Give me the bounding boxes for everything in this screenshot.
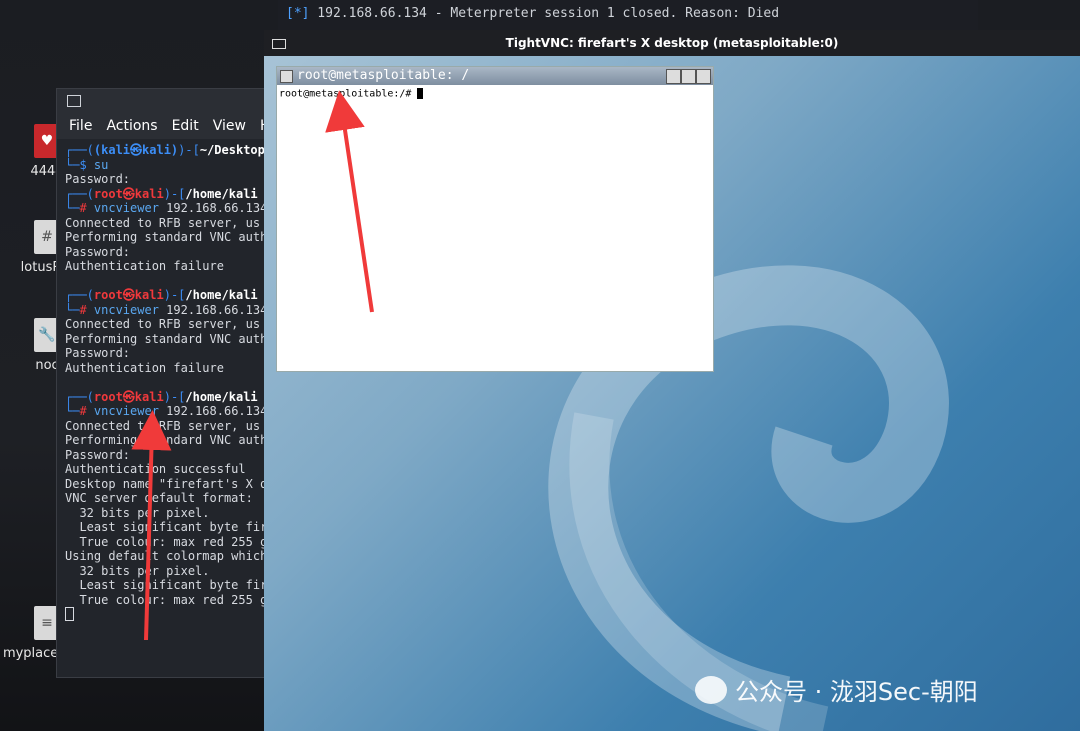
minimize-icon[interactable] — [666, 69, 681, 84]
kali-terminal-titlebar[interactable] — [57, 89, 267, 113]
remote-desktop[interactable]: root@metasploitable: / root@metasploitab… — [264, 56, 1080, 731]
wechat-icon — [695, 675, 727, 704]
menu-view[interactable]: View — [213, 118, 246, 134]
cursor — [417, 88, 424, 99]
xterm-window[interactable]: root@metasploitable: / root@metasploitab… — [276, 66, 714, 372]
menu-edit[interactable]: Edit — [172, 118, 199, 134]
watermark: 公众号 · 泷羽Sec-朝阳 — [695, 672, 978, 707]
tightvnc-titlebar[interactable]: TightVNC: firefart's X desktop (metasplo… — [264, 30, 1080, 56]
xterm-output[interactable]: root@metasploitable:/# — [277, 85, 713, 103]
kali-terminal-output[interactable]: ┌──((kali㉿kali))-[~/Desktop] └─$ su Pass… — [57, 139, 267, 625]
cursor — [65, 607, 74, 621]
menu-file[interactable]: File — [69, 118, 92, 134]
xterm-titlebar[interactable]: root@metasploitable: / — [277, 67, 713, 85]
background-terminal: [*] 192.168.66.134 - Meterpreter session… — [278, 0, 978, 32]
window-menu-icon[interactable] — [280, 70, 293, 83]
maximize-icon[interactable] — [681, 69, 696, 84]
tightvnc-window[interactable]: TightVNC: firefart's X desktop (metasplo… — [264, 30, 1080, 731]
status-tag: [*] — [286, 6, 310, 21]
window-icon — [272, 39, 286, 49]
xterm-title: root@metasploitable: / — [297, 68, 470, 83]
terminal-icon — [67, 95, 81, 107]
watermark-text: 公众号 · 泷羽Sec-朝阳 — [735, 678, 978, 706]
menu-actions[interactable]: Actions — [106, 118, 157, 134]
close-icon[interactable] — [696, 69, 711, 84]
shell-prompt: root@metasploitable:/# — [279, 88, 418, 100]
kali-terminal-menubar: File Actions Edit View Hel — [57, 113, 267, 139]
kali-terminal-window[interactable]: File Actions Edit View Hel ┌──((kali㉿kal… — [56, 88, 268, 678]
window-title: TightVNC: firefart's X desktop (metasplo… — [505, 36, 839, 50]
session-closed-line: 192.168.66.134 - Meterpreter session 1 c… — [309, 6, 780, 21]
